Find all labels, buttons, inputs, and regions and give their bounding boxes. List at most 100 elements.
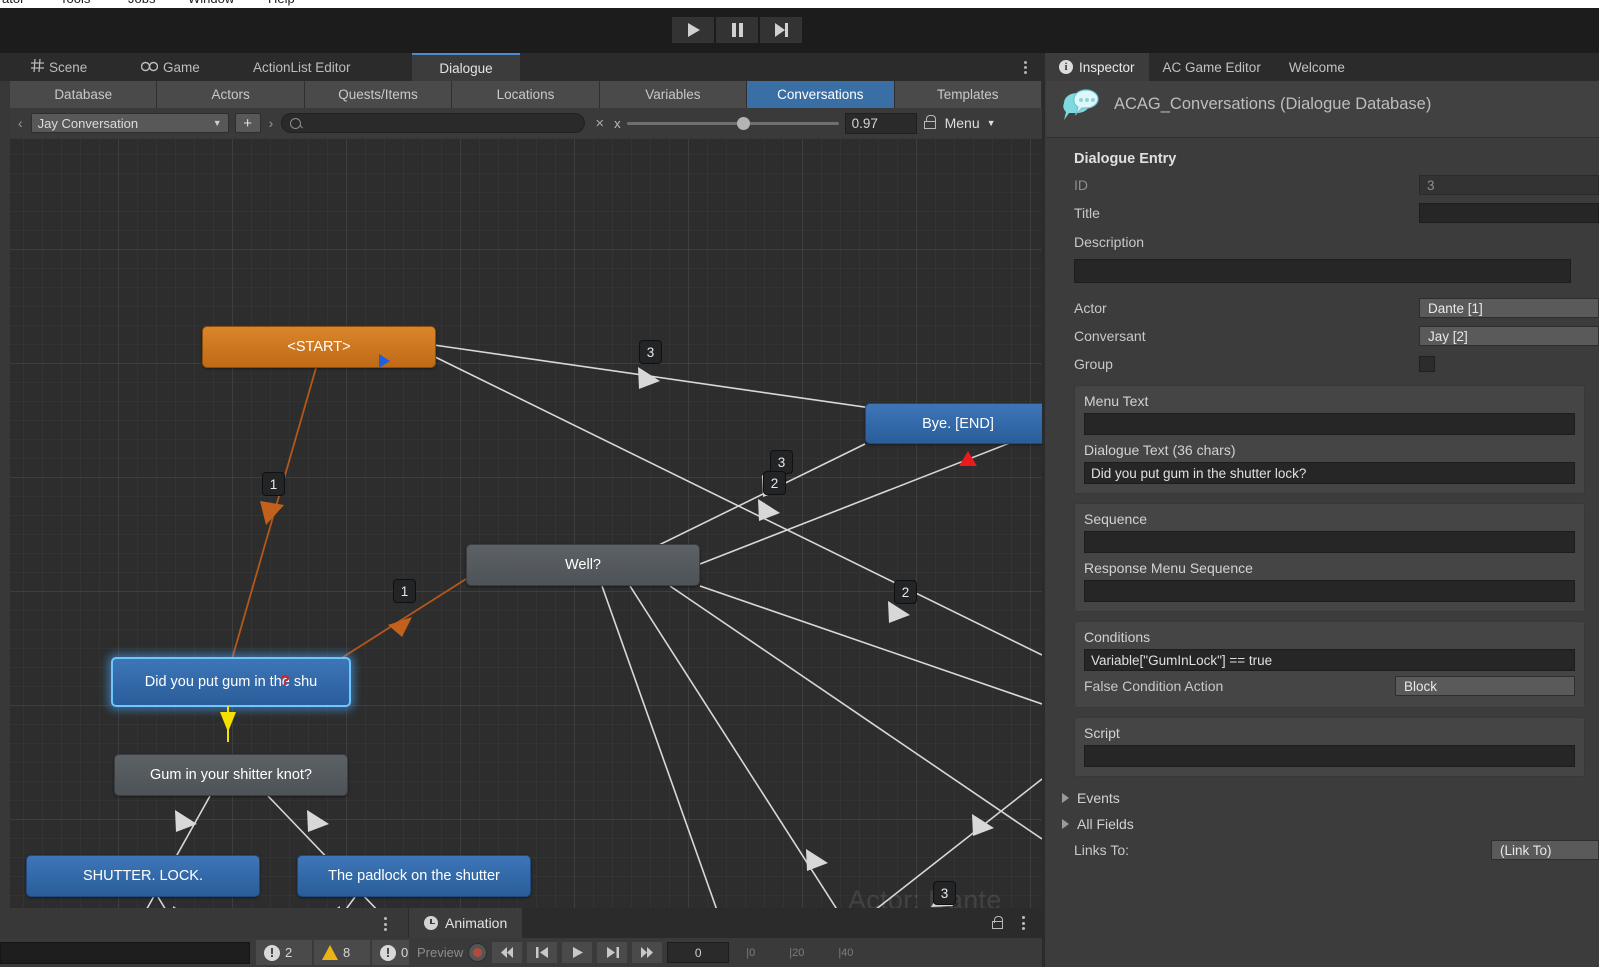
dialogue-text-field[interactable]: Did you put gum in the shutter lock? [1084, 462, 1575, 484]
subtab-locations[interactable]: Locations [452, 81, 600, 108]
error-count-value: 2 [285, 945, 293, 960]
tab-ac-game-editor-label: AC Game Editor [1162, 59, 1261, 75]
play-button[interactable] [672, 17, 714, 43]
zoom-value-field[interactable]: 0.97 [844, 112, 917, 134]
script-panel: Script [1074, 717, 1585, 777]
link-to-button[interactable]: (Link To) [1491, 840, 1599, 860]
dialogue-database-icon [1060, 89, 1104, 125]
description-field[interactable] [1074, 259, 1571, 283]
false-condition-dropdown[interactable]: Block [1395, 676, 1575, 696]
subtab-actors[interactable]: Actors [157, 81, 305, 108]
menu-item-help[interactable]: Help [268, 0, 295, 6]
tab-game[interactable]: Game [128, 53, 213, 81]
dialogue-node-canvas[interactable]: ACAG_Conversations Actor: Dante Conversa… [10, 139, 1042, 961]
group-label: Group [1074, 356, 1113, 372]
link-badge[interactable]: 3 [639, 340, 662, 364]
add-conversation-button[interactable]: + [234, 113, 261, 133]
conversation-toolbar: ‹ Jay Conversation ▼ + › × x 0.97 Menu ▼ [10, 108, 1042, 138]
search-input[interactable] [281, 113, 586, 133]
lock-icon[interactable] [923, 114, 937, 132]
tab-animation[interactable]: Animation [409, 908, 523, 938]
console-search-field[interactable] [0, 942, 250, 964]
link-badge[interactable]: 3 [933, 881, 956, 905]
tab-actionlist-editor[interactable]: ActionList Editor [240, 53, 364, 81]
subtab-database[interactable]: Database [10, 81, 158, 108]
title-field[interactable] [1419, 203, 1599, 223]
preview-label: Preview [417, 945, 464, 960]
prev-frame-button[interactable] [527, 942, 558, 963]
next-conversation-chevron-icon[interactable]: › [267, 115, 276, 131]
bottom-dock: Animation 2 8 0 Preview 0 |0 |20 |40 [0, 908, 1042, 967]
ruler-tick: |40 [838, 946, 854, 959]
response-menu-sequence-field[interactable] [1084, 580, 1575, 602]
frame-field[interactable]: 0 [667, 942, 730, 963]
record-button[interactable] [468, 943, 488, 962]
dialogue-node-padlock[interactable]: The padlock on the shutter [297, 855, 531, 897]
link-badge[interactable]: 2 [763, 471, 786, 495]
first-frame-button[interactable] [492, 942, 523, 963]
sequence-field[interactable] [1084, 531, 1575, 553]
menu-item-editor[interactable]: ator [2, 0, 24, 6]
last-frame-button[interactable] [632, 942, 663, 963]
prev-conversation-chevron-icon[interactable]: ‹ [16, 115, 25, 131]
warning-count[interactable]: 8 [314, 940, 370, 965]
events-foldout[interactable]: Events [1046, 785, 1599, 811]
dialogue-node-start[interactable]: <START> [202, 326, 436, 368]
console-options-kebab-icon[interactable] [378, 916, 392, 932]
tab-dialogue[interactable]: Dialogue [412, 53, 520, 81]
gum-question-output-arrow-icon [220, 706, 236, 742]
menu-text-field[interactable] [1084, 413, 1575, 435]
tab-inspector[interactable]: i Inspector [1045, 53, 1149, 81]
clock-icon [424, 916, 438, 930]
conversation-dropdown-value: Jay Conversation [37, 115, 139, 131]
all-fields-label: All Fields [1077, 816, 1134, 832]
os-menubar: ator Tools Jobs Window Help [0, 0, 1599, 8]
dialogue-node-bye-end[interactable]: Bye. [END] [865, 403, 1042, 444]
info-icon [380, 944, 396, 961]
link-badge[interactable]: 2 [894, 580, 917, 604]
start-output-arrow-icon [379, 354, 390, 368]
link-badge[interactable]: 1 [393, 579, 416, 603]
error-count[interactable]: 2 [256, 940, 312, 965]
menu-button-label: Menu [944, 115, 980, 131]
script-field[interactable] [1084, 745, 1575, 767]
conditions-field[interactable]: Variable["GumInLock"] == true [1084, 649, 1575, 671]
field-row-description: Description [1046, 230, 1599, 254]
dialogue-node-shutter-lock[interactable]: SHUTTER. LOCK. [26, 855, 260, 897]
dialogue-node-well[interactable]: Well? [466, 544, 700, 586]
menu-item-jobs[interactable]: Jobs [128, 0, 155, 6]
animation-options-kebab-icon[interactable] [1016, 915, 1030, 931]
menu-text-panel: Menu Text Dialogue Text (36 chars) Did y… [1074, 385, 1585, 494]
window-options-kebab-icon[interactable] [1018, 58, 1032, 76]
subtab-variables[interactable]: Variables [599, 81, 748, 108]
tab-welcome[interactable]: Welcome [1275, 53, 1359, 81]
pause-button[interactable] [716, 17, 758, 43]
dialogue-node-gum-question[interactable]: Did you put gum in the shu [111, 657, 351, 707]
subtab-quests-items[interactable]: Quests/Items [304, 81, 453, 108]
clear-search-icon[interactable]: × [591, 115, 608, 132]
step-button[interactable] [760, 17, 802, 43]
tab-ac-game-editor[interactable]: AC Game Editor [1149, 53, 1275, 81]
zoom-slider-handle[interactable] [736, 116, 750, 130]
group-checkbox[interactable] [1419, 356, 1435, 372]
subtab-conversations[interactable]: Conversations [747, 81, 895, 108]
dialogue-node-knot[interactable]: Gum in your shitter knot? [114, 754, 348, 796]
menu-item-tools[interactable]: Tools [60, 0, 90, 6]
unity-toolbar [0, 8, 1599, 53]
tab-scene[interactable]: Scene [18, 53, 100, 81]
lock-icon[interactable] [991, 915, 1004, 931]
conversation-dropdown[interactable]: Jay Conversation ▼ [30, 113, 229, 133]
actor-label: Actor [1074, 300, 1107, 316]
menu-button[interactable]: Menu ▼ [943, 113, 998, 133]
anim-play-button[interactable] [562, 942, 593, 963]
menu-item-window[interactable]: Window [188, 0, 234, 6]
actor-dropdown[interactable]: Dante [1] [1419, 298, 1599, 318]
all-fields-foldout[interactable]: All Fields [1046, 811, 1599, 837]
subtab-templates[interactable]: Templates [894, 81, 1042, 108]
events-label: Events [1077, 790, 1120, 806]
zoom-slider[interactable] [626, 113, 839, 133]
next-frame-button[interactable] [597, 942, 628, 963]
grid-icon [31, 58, 44, 75]
link-badge[interactable]: 1 [262, 472, 285, 496]
conversant-dropdown[interactable]: Jay [2] [1419, 326, 1599, 346]
